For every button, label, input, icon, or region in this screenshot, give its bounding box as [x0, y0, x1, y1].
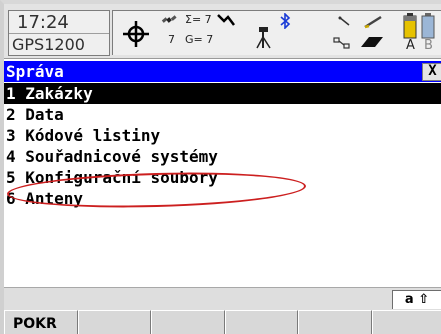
signal-arrow-icon [217, 14, 235, 26]
function-key-bar: POKR [4, 310, 441, 334]
fkey-f4[interactable] [224, 310, 298, 334]
fkey-f3[interactable] [151, 310, 225, 334]
satellite-count-sigma: Σ= 7 [185, 13, 212, 26]
memory-card-icon [361, 37, 383, 47]
pen-icon [364, 15, 382, 29]
status-icons-panel: 7 Σ= 7 G= 7 A B [112, 10, 441, 55]
radio-link-icon [338, 16, 350, 26]
menu-item-anteny[interactable]: 6 Anteny [4, 188, 441, 209]
main-menu: 1 Zakázky 2 Data 3 Kódové listiny 4 Souř… [4, 83, 441, 209]
storage-label-a: A [406, 38, 415, 53]
rover-antenna-icon [256, 27, 271, 49]
device-screen: 17:24 GPS1200 7 Σ= 7 G= 7 A B Správa X 1… [0, 0, 441, 334]
status-bar: 17:24 GPS1200 7 Σ= 7 G= 7 A B [4, 4, 441, 59]
instrument-name: GPS1200 [12, 35, 85, 54]
battery-icon-a [403, 13, 417, 39]
window-title-bar: Správa X [4, 61, 441, 82]
input-mode-indicator: a ⇧ [392, 290, 441, 309]
close-button[interactable]: X [422, 63, 441, 81]
clock-divider [9, 33, 109, 34]
fkey-f2[interactable] [77, 310, 151, 334]
fkey-f5[interactable] [298, 310, 372, 334]
fkey-f1[interactable]: POKR [4, 310, 78, 334]
bluetooth-icon [280, 13, 291, 29]
storage-label-b: B [424, 38, 433, 53]
menu-item-data[interactable]: 2 Data [4, 104, 441, 125]
menu-item-souradnicove-systemy[interactable]: 4 Souřadnicové systémy [4, 146, 441, 167]
fkey-f6[interactable] [371, 310, 441, 334]
menu-item-kodove-listiny[interactable]: 3 Kódové listiny [4, 125, 441, 146]
battery-icon-b [421, 13, 435, 39]
clock-time: 17:24 [17, 12, 69, 33]
network-icon [333, 37, 350, 49]
clock-panel: 17:24 GPS1200 [8, 10, 110, 56]
menu-item-konfiguracni-soubory[interactable]: 5 Konfigurační soubory [4, 167, 441, 188]
position-crosshair-icon [123, 21, 149, 47]
satellite-count-g: G= 7 [185, 33, 214, 46]
lower-band [4, 287, 441, 311]
menu-item-zakazky[interactable]: 1 Zakázky [4, 83, 441, 104]
satellite-count-small: 7 [168, 33, 175, 46]
window-title: Správa [6, 62, 64, 81]
satellite-icon [161, 15, 177, 23]
